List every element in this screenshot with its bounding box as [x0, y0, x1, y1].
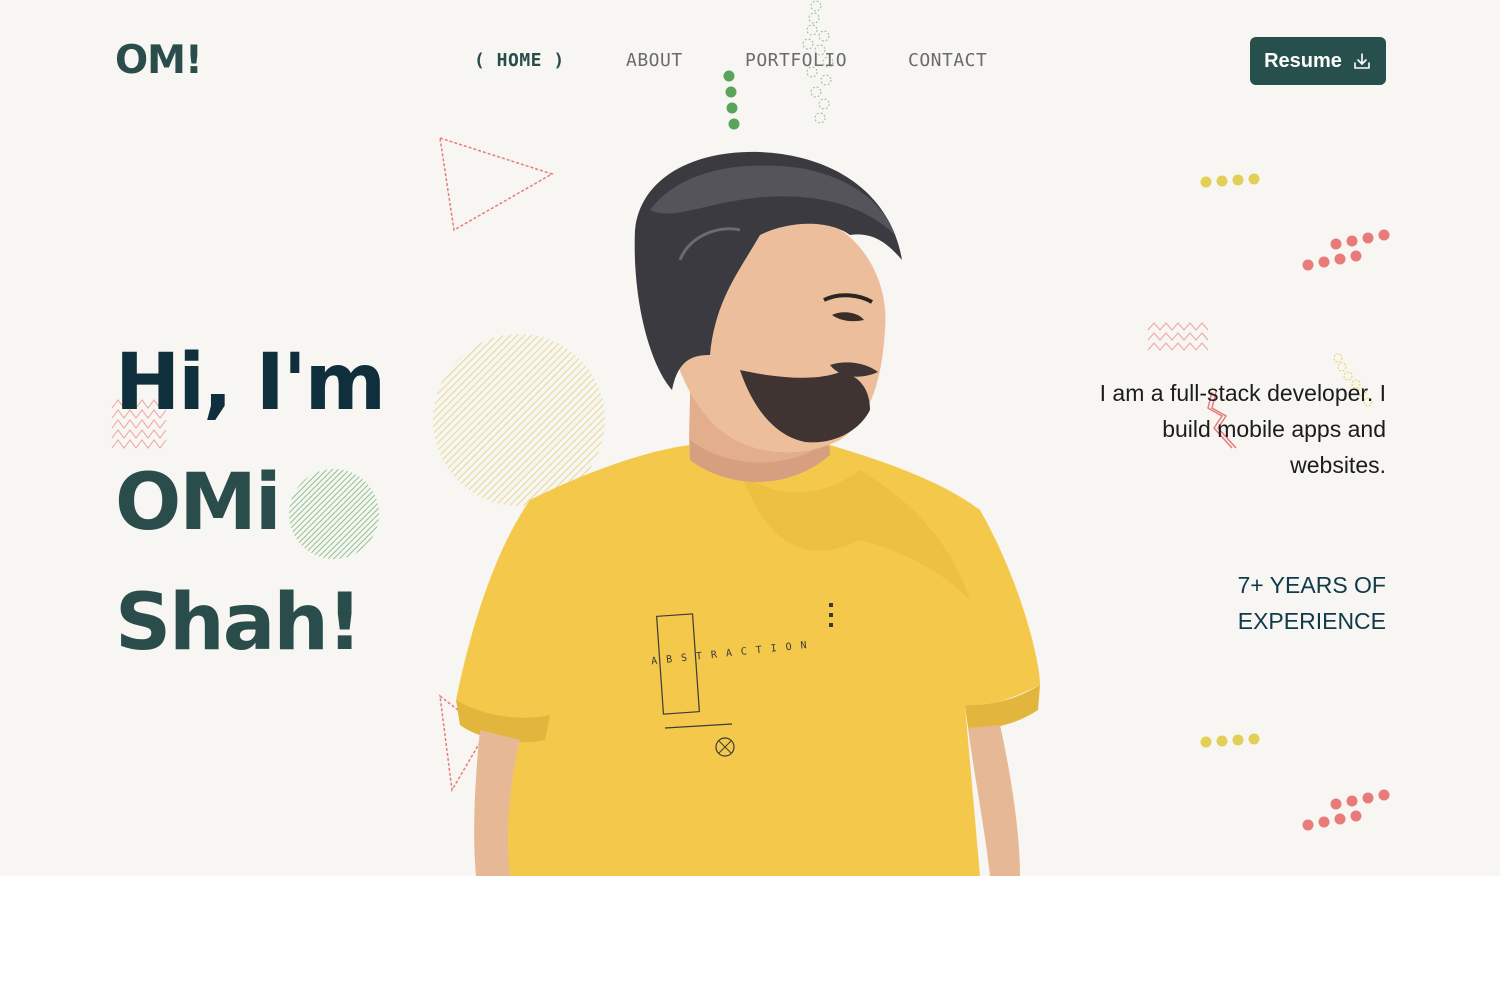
resume-button[interactable]: Resume [1250, 37, 1386, 85]
dots-red-top [1302, 229, 1390, 271]
dots-yellow-top [1200, 173, 1260, 188]
intro-text: I am a full-stack developer. I build mob… [1099, 380, 1386, 478]
profile-photo: ABSTRACTION [456, 151, 1040, 876]
experience-text: 7+ YEARS OF EXPERIENCE [1237, 572, 1386, 634]
dots-yellow-bottom [1200, 733, 1260, 748]
greeting-line-1: Hi, I'm [115, 338, 386, 428]
resume-button-label: Resume [1264, 49, 1342, 72]
zigzag-pink-right [1147, 322, 1209, 351]
dotted-circle-green [289, 469, 379, 559]
greeting-line-3: Shah! [115, 578, 362, 668]
dots-green-vertical [723, 70, 740, 130]
nav-link-contact[interactable]: CONTACT [908, 50, 987, 71]
nav-link-about[interactable]: ABOUT [626, 50, 683, 71]
hero-section: ABSTRACTION OM! ( HOME ) ABOUT PORTFOLIO… [0, 0, 1500, 876]
nav-link-home[interactable]: ( HOME ) [474, 50, 565, 71]
nav-link-portfolio[interactable]: PORTFOLIO [745, 50, 847, 71]
greeting-line-2: OMi [115, 458, 282, 548]
download-icon [1354, 53, 1370, 69]
dots-red-bottom [1302, 789, 1390, 831]
